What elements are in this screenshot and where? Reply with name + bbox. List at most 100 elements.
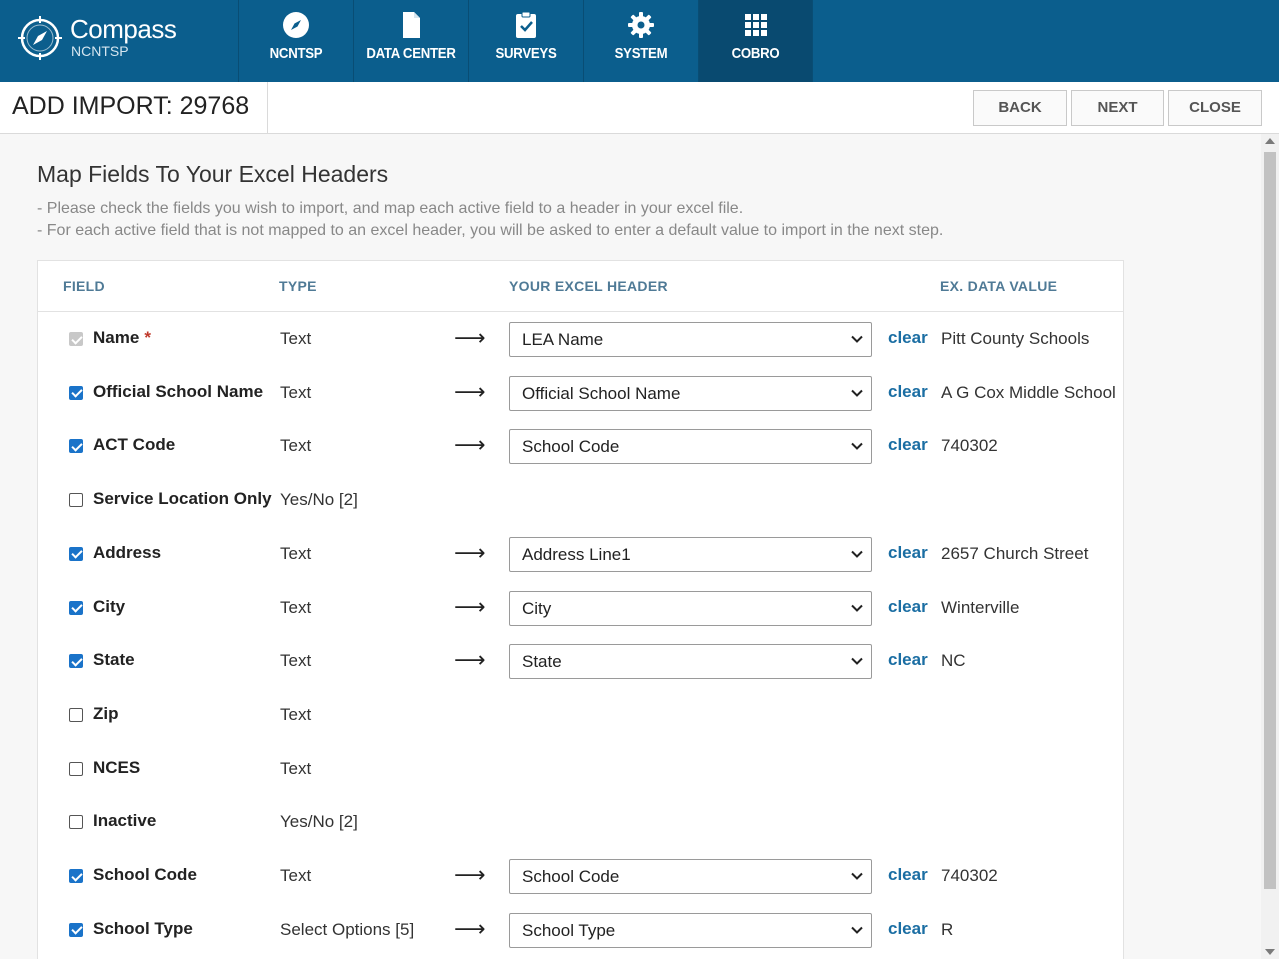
- clear-link[interactable]: clear: [888, 435, 928, 455]
- clear-link[interactable]: clear: [888, 597, 928, 617]
- field-type: Text: [280, 382, 312, 402]
- field-checkbox[interactable]: [69, 815, 83, 830]
- chevron-down-icon: [851, 657, 863, 666]
- page-title: ADD IMPORT: 29768: [0, 82, 268, 134]
- column-header-example: EX. DATA VALUE: [940, 278, 1058, 294]
- required-marker: *: [144, 328, 151, 347]
- example-value: Winterville: [941, 597, 1020, 617]
- nav-tab-ncntsp[interactable]: NCNTSP: [238, 0, 353, 82]
- example-value: 740302: [941, 866, 998, 885]
- page-header: ADD IMPORT: 29768 BACK NEXT CLOSE: [0, 82, 1279, 134]
- excel-header-select[interactable]: School Code: [509, 429, 872, 465]
- nav-tab-label: SURVEYS: [495, 45, 557, 62]
- field-checkbox[interactable]: [69, 869, 83, 883]
- excel-header-select[interactable]: State: [509, 644, 872, 680]
- field-name-text: Inactive: [93, 811, 157, 831]
- column-header-field: FIELD: [63, 278, 105, 294]
- field-name: Address: [93, 543, 161, 563]
- table-row: Address Text ⟶ Address Line1 clear 2657 Churc…: [38, 528, 1123, 582]
- field-type: Text: [280, 329, 312, 348]
- nav-tab-label: COBRO: [731, 45, 780, 62]
- excel-header-select-value: School Type: [522, 920, 616, 940]
- clear-link[interactable]: clear: [888, 543, 928, 563]
- excel-header-select[interactable]: Address Line1: [509, 536, 872, 572]
- table-row: School Code Text ⟶ School Code clear 740302: [38, 850, 1123, 904]
- chevron-down-icon: [851, 550, 863, 558]
- scroll-down-arrow-icon[interactable]: [1265, 949, 1275, 955]
- field-checkbox[interactable]: [69, 654, 83, 669]
- scroll-up-arrow-icon[interactable]: [1265, 138, 1275, 144]
- nav-tab-label: DATA CENTER: [366, 45, 456, 62]
- field-name-text: City: [93, 596, 126, 616]
- example-value: 740302: [941, 436, 998, 456]
- document-icon: [403, 12, 420, 38]
- example-value: NC: [941, 651, 966, 671]
- excel-header-select[interactable]: LEA Name: [509, 322, 872, 357]
- field-type: Text: [280, 758, 312, 778]
- field-name-text: State: [93, 650, 135, 670]
- field-checkbox[interactable]: [69, 922, 83, 937]
- example-value: 2657 Church Street: [941, 543, 1089, 563]
- clear-link[interactable]: clear: [888, 382, 928, 402]
- clear-link[interactable]: clear: [888, 328, 928, 348]
- excel-header-select[interactable]: City: [509, 590, 872, 626]
- excel-header-select[interactable]: School Code: [509, 859, 872, 894]
- table-row: Official School Name Text ⟶ Official School…: [38, 367, 1123, 421]
- brand-name: Compass: [70, 14, 177, 44]
- nav-tab-surveys[interactable]: SURVEYS: [468, 0, 583, 82]
- table-row: NCES Text: [38, 743, 1123, 797]
- field-checkbox[interactable]: [69, 761, 83, 776]
- excel-header-select-value: City: [522, 598, 552, 618]
- field-checkbox[interactable]: [69, 600, 83, 615]
- field-name-text: School Type: [93, 918, 193, 938]
- clear-link[interactable]: clear: [888, 865, 928, 885]
- mapping-arrow-icon: ⟶: [454, 915, 486, 941]
- example-value: Pitt County Schools: [941, 329, 1090, 348]
- excel-header-select-value: Address Line1: [522, 544, 631, 564]
- chevron-down-icon: [851, 926, 863, 934]
- table-row: Zip Text: [38, 689, 1123, 743]
- field-checkbox[interactable]: [69, 493, 83, 508]
- compass-icon: [283, 12, 309, 38]
- field-checkbox[interactable]: [69, 439, 83, 454]
- field-name-text: Name: [93, 328, 140, 347]
- excel-header-select[interactable]: School Type: [509, 912, 872, 948]
- field-type: Text: [280, 543, 312, 563]
- scroll-thumb[interactable]: [1264, 152, 1276, 889]
- column-header-type: TYPE: [279, 278, 317, 294]
- table-row: City Text ⟶ City clear Winterville: [38, 582, 1123, 636]
- back-button[interactable]: BACK: [973, 90, 1067, 126]
- grid-icon: [745, 14, 767, 36]
- field-checkbox[interactable]: [69, 385, 83, 400]
- field-type: Text: [280, 651, 312, 671]
- nav-tab-system[interactable]: SYSTEM: [583, 0, 698, 82]
- next-button[interactable]: NEXT: [1071, 90, 1164, 126]
- clear-link[interactable]: clear: [888, 919, 928, 939]
- field-checkbox[interactable]: [69, 707, 83, 722]
- nav-tab-cobro[interactable]: COBRO: [698, 0, 813, 82]
- field-name: Zip: [93, 704, 119, 724]
- nav-tab-data-center[interactable]: DATA CENTER: [353, 0, 468, 82]
- field-type: Select Options [5]: [280, 919, 415, 939]
- column-header-excel: YOUR EXCEL HEADER: [509, 278, 668, 294]
- excel-header-select-value: Official School Name: [522, 383, 681, 403]
- field-name: NCES: [93, 758, 140, 778]
- excel-header-select-value: School Code: [522, 437, 620, 457]
- close-button[interactable]: CLOSE: [1168, 90, 1262, 126]
- compass-logo-icon: [18, 16, 62, 60]
- mapping-arrow-icon: ⟶: [454, 539, 486, 565]
- section-title: Map Fields To Your Excel Headers: [37, 161, 389, 187]
- chevron-down-icon: [851, 872, 863, 880]
- brand[interactable]: Compass NCNTSP: [0, 0, 238, 82]
- field-name: School Code: [93, 865, 197, 885]
- field-checkbox: [69, 332, 83, 346]
- table-row: ACT Code Text ⟶ School Code clear 740302: [38, 420, 1123, 474]
- example-value: R: [941, 919, 954, 939]
- nav-tab-label: NCNTSP: [269, 45, 323, 62]
- vertical-scrollbar[interactable]: [1261, 134, 1279, 959]
- table-row: State Text ⟶ State clear NC: [38, 635, 1123, 689]
- clear-link[interactable]: clear: [888, 650, 928, 670]
- field-checkbox[interactable]: [69, 546, 83, 561]
- field-name-text: ACT Code: [93, 435, 176, 455]
- excel-header-select[interactable]: Official School Name: [509, 375, 872, 411]
